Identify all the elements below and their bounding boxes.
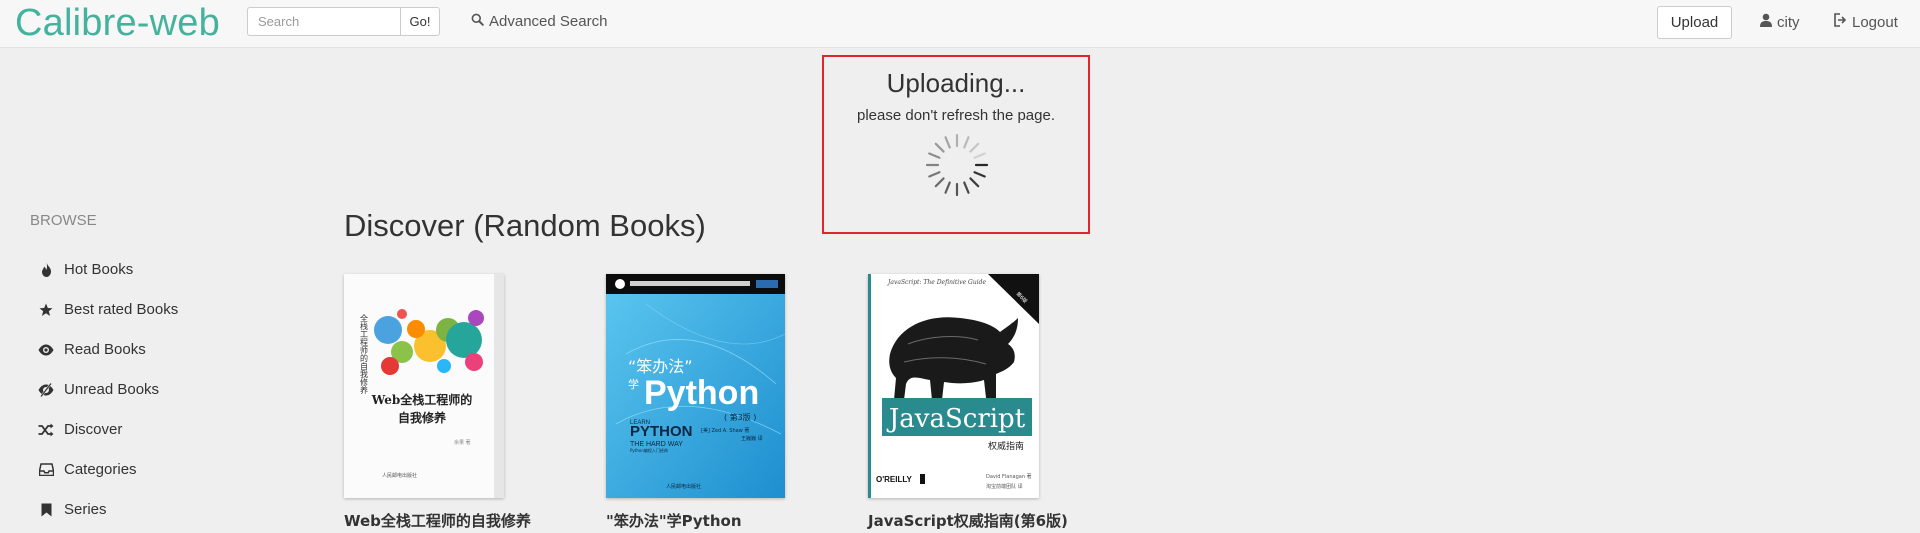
spinner-tick [969,142,980,153]
brand-logo[interactable]: Calibre-web [15,2,220,45]
svg-text:人民邮电出版社: 人民邮电出版社 [666,483,701,490]
sidebar-item-categories[interactable]: Categories [38,461,137,478]
search-icon [471,13,484,30]
search-go-button[interactable]: Go! [400,7,440,36]
sidebar-item-read-books[interactable]: Read Books [38,341,146,358]
spinner-tick [928,171,941,178]
logout-link[interactable]: Logout [1833,13,1898,31]
svg-text:PYTHON: PYTHON [630,423,693,440]
svg-text:( 第3版 ): ( 第3版 ) [724,412,756,422]
svg-text:淘宝前端团队 译: 淘宝前端团队 译 [986,483,1023,490]
spinner-tick [934,142,945,153]
sidebar-item-label: Best rated Books [64,301,179,318]
spinner-tick [973,152,986,159]
svg-text:余果 著: 余果 著 [454,439,471,446]
logout-icon [1833,13,1847,31]
svg-text:THE HARD WAY: THE HARD WAY [630,441,683,448]
sidebar-item-series[interactable]: Series [38,501,107,518]
svg-text:Python编程入门经典: Python编程入门经典 [630,447,668,453]
sidebar-item-best-rated[interactable]: Best rated Books [38,301,178,318]
sidebar-item-hot-books[interactable]: Hot Books [38,261,133,278]
spinner-tick [934,177,945,188]
user-profile-link[interactable]: city [1760,13,1800,31]
user-name-label: city [1777,13,1800,31]
upload-button[interactable]: Upload [1657,6,1732,39]
eye-icon [38,342,54,358]
sidebar-item-label: Read Books [64,341,146,358]
spinner-tick [963,181,970,194]
svg-text:JavaScript: The Definitive Gui: JavaScript: The Definitive Guide [886,279,986,286]
spinner-tick [928,152,941,159]
sidebar-item-label: Hot Books [64,261,134,278]
svg-text:自我修养: 自我修养 [398,410,446,425]
star-icon [38,302,54,318]
spinner-tick [944,181,951,194]
svg-text:David Flanagan 著: David Flanagan 著 [986,473,1032,480]
book-title[interactable]: "笨办法"学Python [606,510,742,531]
eye-slash-icon [38,382,54,398]
spinner-tick [963,136,970,149]
svg-text:全栈工程师的自我修养: 全栈工程师的自我修养 [360,313,369,395]
book-cover[interactable]: “笨办法” 学 Python LEARN PYTHON THE HARD WAY… [606,274,785,498]
search-input[interactable] [247,7,401,36]
inbox-icon [38,462,54,478]
loading-spinner-icon [925,133,989,197]
navbar: Calibre-web Go! Advanced Search Upload c… [0,0,1920,48]
book-cover[interactable]: 第6版 JavaScript: The Definitive Guide Jav… [868,274,1039,498]
svg-text:O'REILLY: O'REILLY [876,475,913,484]
svg-text:Python: Python [644,374,759,412]
random-icon [38,422,54,438]
sidebar-item-label: Discover [64,421,123,438]
svg-text:人民邮电出版社: 人民邮电出版社 [382,472,417,479]
svg-text:权威指南: 权威指南 [988,440,1024,452]
section-title: Discover (Random Books) [344,208,706,243]
sidebar-item-unread-books[interactable]: Unread Books [38,381,159,398]
svg-text:[美] Zed A. Shaw 著: [美] Zed A. Shaw 著 [701,427,749,434]
upload-message: please don't refresh the page. [856,107,1055,124]
fire-icon [38,262,54,278]
advanced-search-label: Advanced Search [489,13,608,30]
sidebar-item-discover[interactable]: Discover [38,421,122,438]
svg-text:JavaScript: JavaScript [886,404,1026,434]
upload-title: Uploading... [886,68,1026,98]
user-icon [1760,13,1772,31]
logout-label: Logout [1852,13,1898,31]
book-title[interactable]: Web全栈工程师的自我修养 [344,510,531,531]
svg-text:王巍巍 译: 王巍巍 译 [741,435,763,442]
spinner-tick [944,136,951,149]
browse-header: BROWSE [30,212,97,229]
book-title[interactable]: JavaScript权威指南(第6版) [868,510,1068,531]
book-cover[interactable]: 全栈工程师的自我修养 Web全栈工程师的 自我修养 余果 著 人民邮电出版社 [344,274,504,498]
sidebar-item-label: Unread Books [64,381,160,398]
bookmark-icon [38,502,54,518]
svg-text:Web全栈工程师的: Web全栈工程师的 [371,392,473,407]
spinner-tick [969,177,980,188]
spinner-tick [973,171,986,178]
sidebar-item-label: Categories [64,461,137,478]
svg-text:学: 学 [628,377,639,391]
advanced-search-link[interactable]: Advanced Search [471,13,607,30]
sidebar-item-label: Series [64,501,107,518]
upload-progress-dialog: Uploading... please don't refresh the pa… [822,55,1090,234]
